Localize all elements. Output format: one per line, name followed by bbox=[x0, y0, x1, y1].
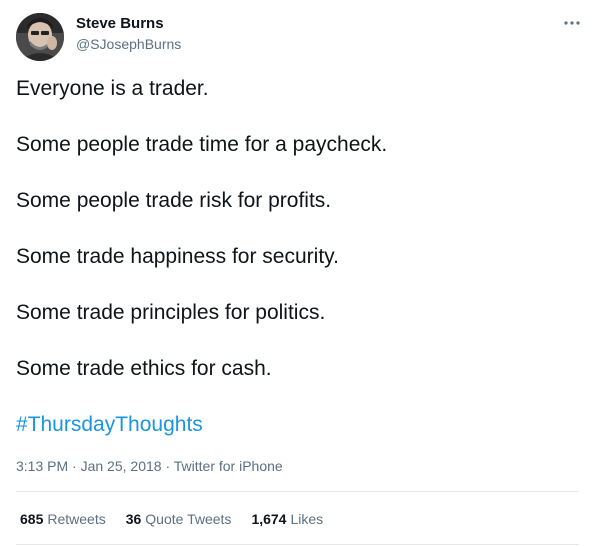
more-horizontal-icon bbox=[564, 21, 580, 25]
more-options-button[interactable] bbox=[560, 12, 584, 34]
quote-tweets-count: 36 bbox=[125, 511, 142, 527]
engagement-stats: 685 Retweets 36 Quote Tweets 1,674 Likes bbox=[20, 510, 343, 528]
tweet-card: Steve Burns @SJosephBurns Everyone is a … bbox=[0, 0, 595, 546]
retweets-label: Retweets bbox=[47, 511, 106, 527]
tweet-text-line: Some trade principles for politics. bbox=[16, 301, 326, 324]
tweet-date[interactable]: Jan 25, 2018 bbox=[81, 458, 162, 474]
tweet-text-line: Some people trade risk for profits. bbox=[16, 189, 332, 212]
retweets-count: 685 bbox=[20, 511, 44, 527]
quote-tweets-label: Quote Tweets bbox=[145, 511, 232, 527]
author-name[interactable]: Steve Burns bbox=[76, 15, 164, 33]
tweet-text-line: Some trade happiness for security. bbox=[16, 245, 339, 268]
tweet-text-line: Some trade ethics for cash. bbox=[16, 357, 272, 380]
quote-tweets-stat[interactable]: 36 Quote Tweets bbox=[126, 510, 232, 528]
author-handle[interactable]: @SJosephBurns bbox=[76, 36, 181, 52]
avatar-photo bbox=[16, 13, 64, 61]
avatar[interactable] bbox=[16, 13, 64, 61]
retweets-stat[interactable]: 685 Retweets bbox=[20, 510, 106, 528]
tweet-metadata: 3:13 PM · Jan 25, 2018 · Twitter for iPh… bbox=[16, 458, 283, 474]
meta-separator: · bbox=[161, 458, 174, 474]
likes-label: Likes bbox=[290, 511, 324, 527]
divider bbox=[16, 491, 579, 492]
meta-separator: · bbox=[68, 458, 81, 474]
tweet-body: Everyone is a trader. Some people trade … bbox=[16, 74, 581, 440]
likes-count: 1,674 bbox=[251, 511, 287, 527]
divider bbox=[16, 544, 579, 545]
tweet-source[interactable]: Twitter for iPhone bbox=[174, 458, 283, 474]
likes-stat[interactable]: 1,674 Likes bbox=[251, 510, 323, 528]
hashtag-link[interactable]: #ThursdayThoughts bbox=[16, 410, 581, 440]
tweet-text-line: Everyone is a trader. bbox=[16, 77, 209, 100]
tweet-text-line: Some people trade time for a paycheck. bbox=[16, 133, 388, 156]
tweet-time[interactable]: 3:13 PM bbox=[16, 458, 68, 474]
